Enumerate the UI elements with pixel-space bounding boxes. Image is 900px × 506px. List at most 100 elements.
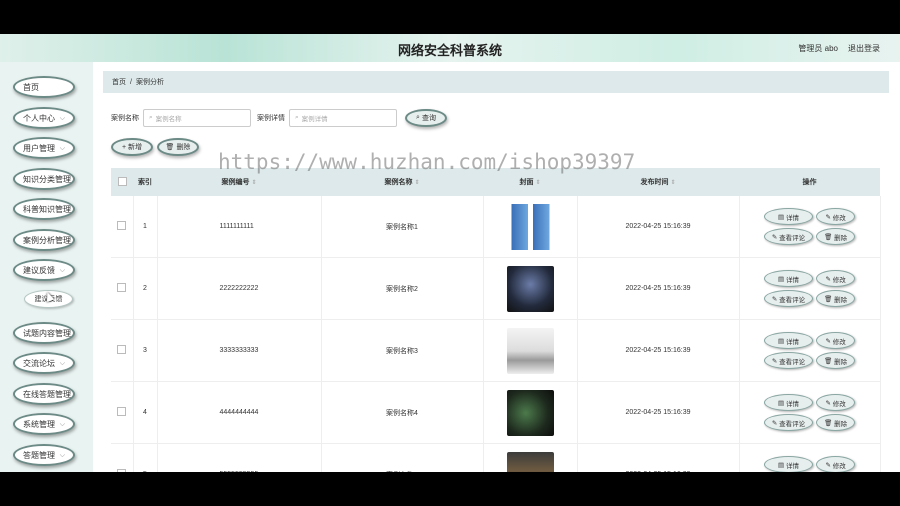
view-comments-button[interactable]: ✎ 查看评论: [763, 228, 814, 245]
trash-icon: 🗑: [824, 419, 833, 427]
edit-button-label: 修改: [832, 338, 846, 346]
add-button-label: 新增: [128, 144, 143, 151]
delete-button[interactable]: 🗑 删除: [816, 228, 856, 245]
time-header[interactable]: 发布时间 ⇕: [577, 168, 739, 196]
sidebar-item-label: 在线答题管理: [23, 389, 71, 399]
breadcrumb-home[interactable]: 首页: [112, 77, 126, 87]
add-button[interactable]: + 新增: [111, 138, 153, 156]
sort-icon[interactable]: ⇕: [414, 180, 419, 186]
sidebar-item[interactable]: 案例分析管理: [13, 229, 75, 251]
row-checkbox[interactable]: [117, 283, 127, 292]
chevron-down-icon: ⌵: [59, 421, 65, 428]
name-header[interactable]: 案例名称 ⇕: [321, 168, 483, 196]
sidebar-item-label: 个人中心: [23, 113, 55, 123]
detail-button-label: 详情: [785, 462, 799, 470]
row-select-cell[interactable]: [111, 443, 134, 472]
delete-button-label: 删除: [834, 420, 848, 428]
breadcrumb: 首页 / 案例分析: [103, 71, 889, 93]
sidebar-item[interactable]: 用户管理 ⌵: [13, 137, 75, 159]
chevron-down-icon: ⌵: [59, 267, 65, 274]
top-right-actions: 管理员 abo 退出登录: [798, 43, 880, 54]
sidebar-item-label: 科普知识管理: [23, 204, 71, 214]
top-bar: 网络安全科普系统 管理员 abo 退出登录: [0, 34, 900, 62]
pencil-icon: ✎: [825, 213, 831, 221]
row-select-cell[interactable]: [111, 319, 134, 382]
search-row: 案例名称 ⌕ 案例名称 案例详情 ⌕ 案例详情 ⌕ 查询: [111, 109, 447, 127]
edit-button[interactable]: ✎ 修改: [816, 208, 856, 225]
row-code: 4444444444: [157, 381, 322, 444]
detail-button[interactable]: ▤ 详情: [763, 270, 814, 287]
time-header-label: 发布时间: [640, 179, 669, 186]
delete-button[interactable]: 🗑 删除: [816, 352, 856, 369]
row-checkbox[interactable]: [117, 345, 127, 354]
row-checkbox[interactable]: [117, 407, 127, 416]
row-ops: ▤ 详情✎ 修改✎ 查看评论🗑 删除: [739, 381, 881, 444]
edit-button-label: 修改: [832, 214, 846, 222]
view-comments-button[interactable]: ✎ 查看评论: [763, 352, 814, 369]
sidebar-item[interactable]: 建议反馈 ⌵: [13, 259, 75, 281]
row-index: 3: [133, 319, 158, 382]
detail-button[interactable]: ▤ 详情: [763, 332, 814, 349]
sort-icon[interactable]: ⇕: [251, 180, 256, 186]
select-all-checkbox[interactable]: [117, 176, 127, 186]
row-checkbox[interactable]: [117, 221, 127, 230]
cover-image: [506, 389, 554, 436]
main-content: 首页 / 案例分析 案例名称 ⌕ 案例名称 案例详情 ⌕ 案例详情 ⌕ 查询 +: [93, 62, 900, 472]
detail-button[interactable]: ▤ 详情: [763, 456, 814, 472]
sidebar-item[interactable]: 试题内容管理: [13, 322, 75, 344]
chevron-down-icon: ⌵: [59, 360, 65, 367]
trash-icon: 🗑: [824, 357, 833, 365]
pencil-icon: ✎: [825, 399, 831, 407]
table-row: 4 4444444444 案例名称4 2022-04-25 15:16:39 ▤ 详情 ✎…: [111, 381, 881, 444]
detail-icon: ▤: [777, 337, 785, 345]
code-header[interactable]: 案例编号 ⇕: [157, 168, 321, 196]
view-comments-label: 查看评论: [779, 296, 806, 304]
row-index: 2: [133, 257, 158, 320]
sidebar-item[interactable]: 在线答题管理: [13, 383, 75, 405]
pencil-icon: ✎: [771, 357, 778, 365]
edit-button[interactable]: ✎ 修改: [816, 270, 856, 287]
breadcrumb-current: 案例分析: [135, 79, 164, 86]
edit-button[interactable]: ✎ 修改: [816, 332, 856, 349]
select-all-header[interactable]: [111, 168, 133, 196]
ops-header-label: 操作: [802, 179, 817, 186]
sidebar-item[interactable]: 知识分类管理: [13, 168, 75, 190]
system-title: 网络安全科普系统: [397, 43, 502, 58]
row-select-cell[interactable]: [111, 381, 134, 444]
sidebar-item[interactable]: 系统管理 ⌵: [13, 413, 75, 435]
edit-button[interactable]: ✎ 修改: [816, 456, 856, 472]
batch-delete-button[interactable]: 🗑 删除: [157, 138, 199, 156]
row-name: 案例名称5: [321, 443, 484, 472]
trash-icon: 🗑: [165, 144, 175, 151]
pencil-icon: ✎: [771, 295, 778, 303]
case-name-input[interactable]: ⌕ 案例名称: [143, 109, 251, 127]
case-detail-input[interactable]: ⌕ 案例详情: [289, 109, 397, 127]
cover-header[interactable]: 封面 ⇕: [483, 168, 577, 196]
pencil-icon: ✎: [771, 419, 778, 427]
sidebar-item[interactable]: 科普知识管理: [13, 198, 75, 220]
row-select-cell[interactable]: [111, 257, 134, 320]
detail-button[interactable]: ▤ 详情: [763, 208, 814, 225]
action-row: + 新增 🗑 删除: [111, 138, 199, 156]
detail-button[interactable]: ▤ 详情: [763, 394, 814, 411]
sidebar-item[interactable]: 首页: [13, 76, 75, 98]
cover-image: [506, 265, 554, 312]
row-checkbox[interactable]: [117, 469, 127, 472]
row-code: 1111111111: [157, 196, 322, 258]
logout-link[interactable]: 退出登录: [848, 43, 880, 54]
sort-icon[interactable]: ⇕: [535, 180, 540, 186]
delete-button[interactable]: 🗑 删除: [816, 414, 856, 431]
view-comments-button[interactable]: ✎ 查看评论: [763, 414, 814, 431]
sidebar-item[interactable]: 个人中心 ⌵: [13, 107, 75, 129]
sidebar-item[interactable]: 答题管理 ⌵: [13, 444, 75, 466]
pencil-icon: ✎: [771, 233, 778, 241]
row-time: 2022-04-25 15:16:39: [577, 381, 740, 444]
query-button[interactable]: ⌕ 查询: [405, 109, 447, 127]
row-select-cell[interactable]: [111, 196, 134, 258]
edit-button[interactable]: ✎ 修改: [816, 394, 856, 411]
delete-button[interactable]: 🗑 删除: [816, 290, 856, 307]
sidebar-item[interactable]: 交流论坛 ⌵: [13, 352, 75, 374]
sort-icon[interactable]: ⇕: [670, 180, 675, 186]
view-comments-button[interactable]: ✎ 查看评论: [763, 290, 814, 307]
delete-button-label: 删除: [834, 358, 848, 366]
